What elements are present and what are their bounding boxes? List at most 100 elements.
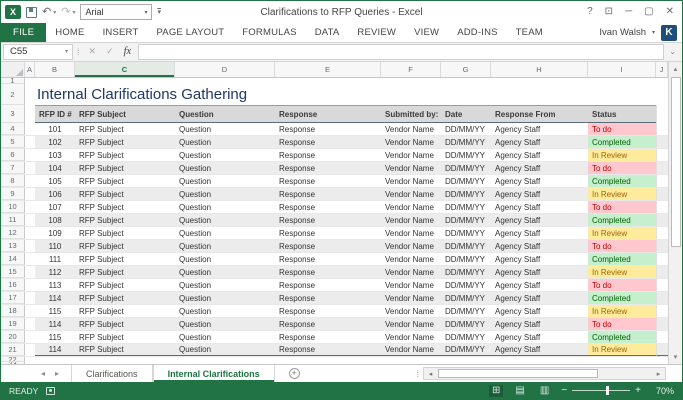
cell-response[interactable]: Response	[275, 344, 381, 356]
column-header-J[interactable]: J	[656, 62, 668, 77]
tab-file[interactable]: FILE	[1, 23, 47, 42]
new-sheet-button[interactable]: +	[275, 365, 314, 382]
select-all-corner[interactable]	[1, 62, 25, 77]
cell-status[interactable]: Completed	[588, 331, 656, 343]
cell-status[interactable]: To do	[588, 123, 656, 135]
cell-submitted-by[interactable]: Vendor Name	[381, 149, 441, 161]
cell-response[interactable]: Response	[275, 149, 381, 161]
cell-question[interactable]: Question	[175, 292, 275, 304]
zoom-level[interactable]: 70%	[650, 386, 674, 396]
cell-question[interactable]: Question	[175, 201, 275, 213]
column-header-F[interactable]: F	[381, 62, 441, 77]
cell-tail[interactable]	[656, 240, 668, 252]
cell-a[interactable]	[25, 162, 35, 174]
cell-status[interactable]: In Review	[588, 188, 656, 200]
prev-sheet-icon[interactable]: ◂	[41, 369, 45, 378]
row-header-13[interactable]: 13	[1, 240, 25, 252]
cell-a[interactable]	[25, 331, 35, 343]
row-header-5[interactable]: 5	[1, 136, 25, 148]
row-header-2[interactable]: 2	[1, 84, 25, 105]
expand-formula-bar-icon[interactable]: ⌄	[664, 47, 681, 56]
cell-rfp-subject[interactable]: RFP Subject	[75, 240, 175, 252]
cell-rfp-id[interactable]: 112	[35, 266, 75, 278]
tab-formulas[interactable]: FORMULAS	[233, 23, 305, 42]
cell-response-from[interactable]: Agency Staff	[491, 214, 588, 226]
cell-rfp-subject[interactable]: RFP Subject	[75, 266, 175, 278]
tab-page-layout[interactable]: PAGE LAYOUT	[147, 23, 233, 42]
row-header-4[interactable]: 4	[1, 123, 25, 135]
cell-date[interactable]: DD/MM/YY	[441, 175, 491, 187]
cell-status[interactable]: Completed	[588, 136, 656, 148]
cell-a[interactable]	[25, 253, 35, 265]
column-header-G[interactable]: G	[441, 62, 491, 77]
vertical-scrollbar[interactable]: ▴ ▾	[668, 62, 682, 364]
cell-rfp-subject[interactable]: RFP Subject	[75, 149, 175, 161]
row-header-12[interactable]: 12	[1, 227, 25, 239]
cell-tail[interactable]	[656, 136, 668, 148]
cell-response-from[interactable]: Agency Staff	[491, 227, 588, 239]
cell-a[interactable]	[25, 240, 35, 252]
row-header-19[interactable]: 19	[1, 318, 25, 330]
cell-date[interactable]: DD/MM/YY	[441, 201, 491, 213]
column-header-H[interactable]: H	[491, 62, 588, 77]
sheet-tab-clarifications[interactable]: Clarifications	[71, 365, 153, 382]
cell-submitted-by[interactable]: Vendor Name	[381, 318, 441, 330]
cell-a[interactable]	[25, 227, 35, 239]
cell-question[interactable]: Question	[175, 266, 275, 278]
cell-response[interactable]: Response	[275, 214, 381, 226]
tab-team[interactable]: TEAM	[507, 23, 552, 42]
header-response[interactable]: Response	[275, 105, 381, 123]
cell-status[interactable]: In Review	[588, 266, 656, 278]
cell-response[interactable]: Response	[275, 201, 381, 213]
cell-response-from[interactable]: Agency Staff	[491, 162, 588, 174]
cell-response-from[interactable]: Agency Staff	[491, 123, 588, 135]
row-header-3[interactable]: 3	[1, 105, 25, 123]
row-header-21[interactable]: 21	[1, 344, 25, 356]
cell-question[interactable]: Question	[175, 175, 275, 187]
column-header-B[interactable]: B	[35, 62, 75, 77]
cell-a[interactable]	[25, 149, 35, 161]
cell-date[interactable]: DD/MM/YY	[441, 331, 491, 343]
header-rfp-subject[interactable]: RFP Subject	[75, 105, 175, 123]
cell-submitted-by[interactable]: Vendor Name	[381, 292, 441, 304]
cell-response[interactable]: Response	[275, 227, 381, 239]
cell-rfp-id[interactable]: 103	[35, 149, 75, 161]
cell-a[interactable]	[25, 318, 35, 330]
cell-tail[interactable]	[656, 318, 668, 330]
zoom-out-icon[interactable]: −	[561, 385, 567, 396]
cell-a[interactable]	[25, 214, 35, 226]
account-area[interactable]: Ivan Walsh ▾ K	[599, 23, 682, 42]
tab-data[interactable]: DATA	[306, 23, 349, 42]
cell-date[interactable]: DD/MM/YY	[441, 149, 491, 161]
cell-response[interactable]: Response	[275, 279, 381, 291]
font-name-dropdown[interactable]: Arial ▾	[80, 4, 153, 20]
cell-rfp-id[interactable]: 108	[35, 214, 75, 226]
cell-rfp-subject[interactable]: RFP Subject	[75, 227, 175, 239]
cell-rfp-id[interactable]: 102	[35, 136, 75, 148]
cell-date[interactable]: DD/MM/YY	[441, 123, 491, 135]
cell-tail[interactable]	[656, 253, 668, 265]
cell-response-from[interactable]: Agency Staff	[491, 136, 588, 148]
cell-submitted-by[interactable]: Vendor Name	[381, 240, 441, 252]
cell-tail[interactable]	[656, 227, 668, 239]
cell-status[interactable]: To do	[588, 318, 656, 330]
cell-status[interactable]: To do	[588, 240, 656, 252]
cell-a[interactable]	[25, 188, 35, 200]
cell-rfp-id[interactable]: 113	[35, 279, 75, 291]
cell-submitted-by[interactable]: Vendor Name	[381, 123, 441, 135]
cell-status[interactable]: Completed	[588, 292, 656, 304]
normal-view-icon[interactable]: ⊞	[489, 384, 504, 397]
cell-question[interactable]: Question	[175, 331, 275, 343]
cell-response[interactable]: Response	[275, 175, 381, 187]
cell-status[interactable]: Completed	[588, 253, 656, 265]
row-header-9[interactable]: 9	[1, 188, 25, 200]
column-header-C[interactable]: C	[75, 62, 175, 77]
cell-submitted-by[interactable]: Vendor Name	[381, 266, 441, 278]
cell-tail[interactable]	[656, 201, 668, 213]
cell-rfp-id[interactable]: 114	[35, 344, 75, 356]
cell-rfp-id[interactable]: 107	[35, 201, 75, 213]
redo-dropdown-icon[interactable]: ▾	[72, 9, 75, 16]
page-layout-view-icon[interactable]: ▤	[512, 385, 527, 397]
header-question[interactable]: Question	[175, 105, 275, 123]
cell-response-from[interactable]: Agency Staff	[491, 201, 588, 213]
